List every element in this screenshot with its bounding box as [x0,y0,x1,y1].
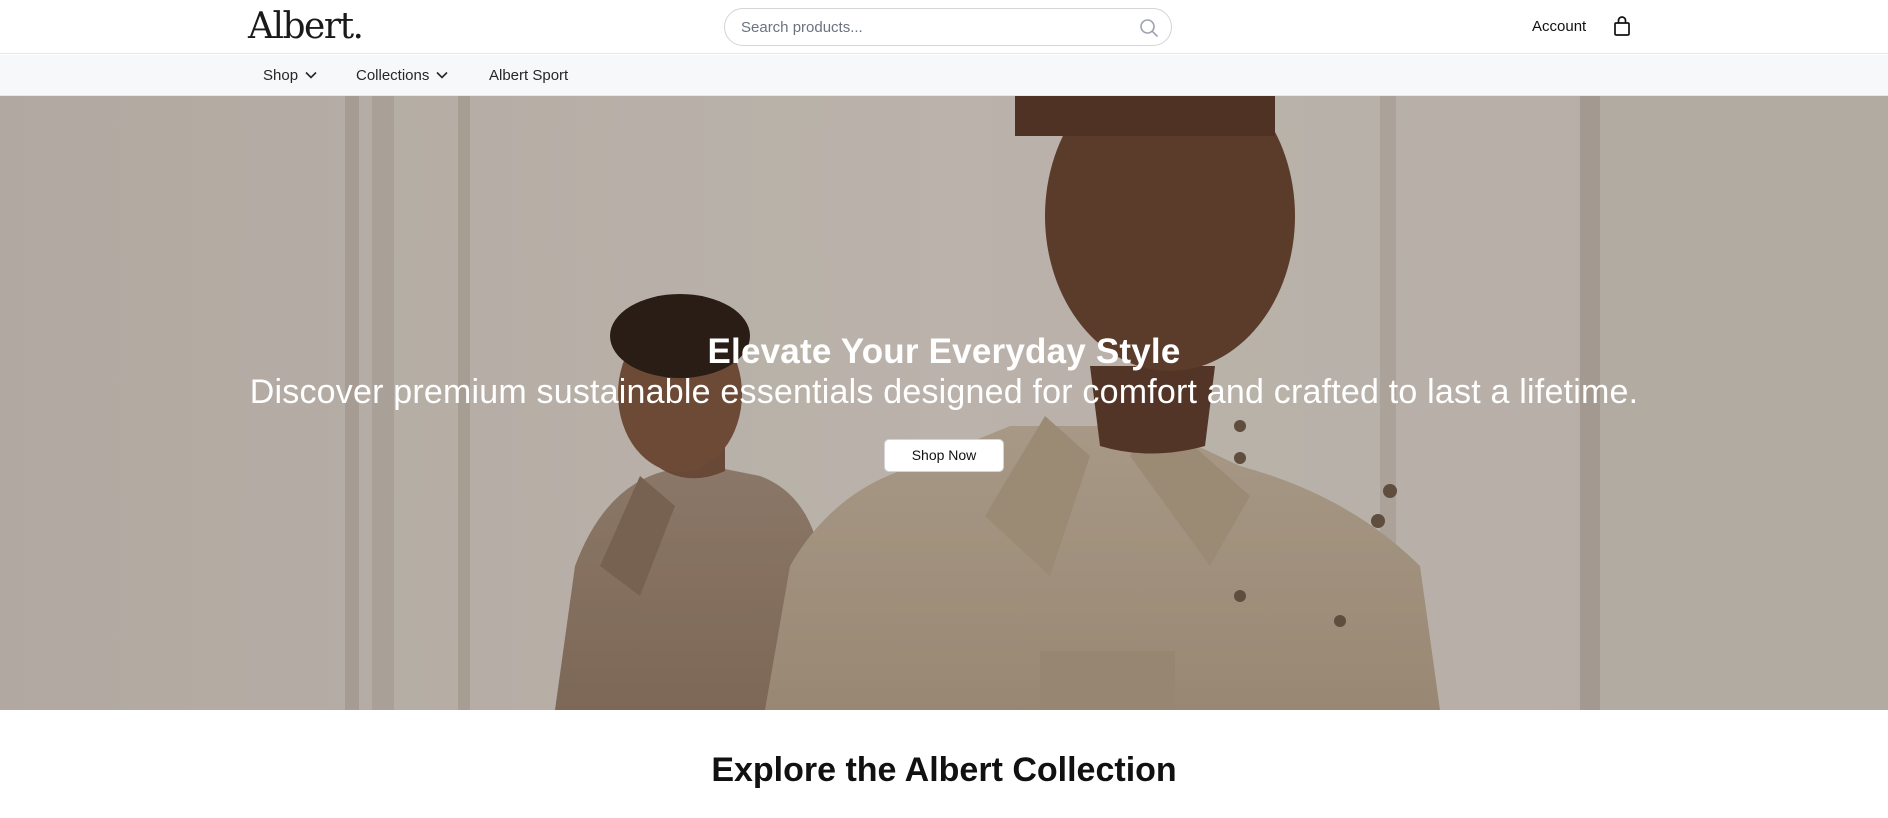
hero-banner: Elevate Your Everyday Style Discover pre… [0,96,1888,710]
chevron-down-icon [436,71,448,79]
site-header: Albert. Account [0,0,1888,54]
nav-item-shop[interactable]: Shop [263,55,317,96]
nav-item-label: Albert Sport [489,67,569,84]
brand-logo[interactable]: Albert. [248,6,364,48]
section-title: Explore the Albert Collection [711,751,1177,789]
chevron-down-icon [305,71,317,79]
account-link[interactable]: Account [1532,17,1586,37]
main-nav: Shop Collections Albert Sport [0,55,1888,96]
hero-title: Elevate Your Everyday Style [707,332,1181,371]
hero-subtitle: Discover premium sustainable essentials … [249,373,1639,411]
search-bar[interactable] [724,8,1172,46]
nav-item-label: Collections [356,67,430,84]
search-input[interactable] [741,9,1121,45]
search-icon[interactable] [1139,18,1159,38]
nav-item-albert-sport[interactable]: Albert Sport [489,55,568,96]
nav-item-label: Shop [263,67,299,84]
shop-now-button[interactable]: Shop Now [884,439,1004,472]
nav-item-collections[interactable]: Collections [356,55,448,96]
shopping-bag-icon[interactable] [1612,15,1632,37]
